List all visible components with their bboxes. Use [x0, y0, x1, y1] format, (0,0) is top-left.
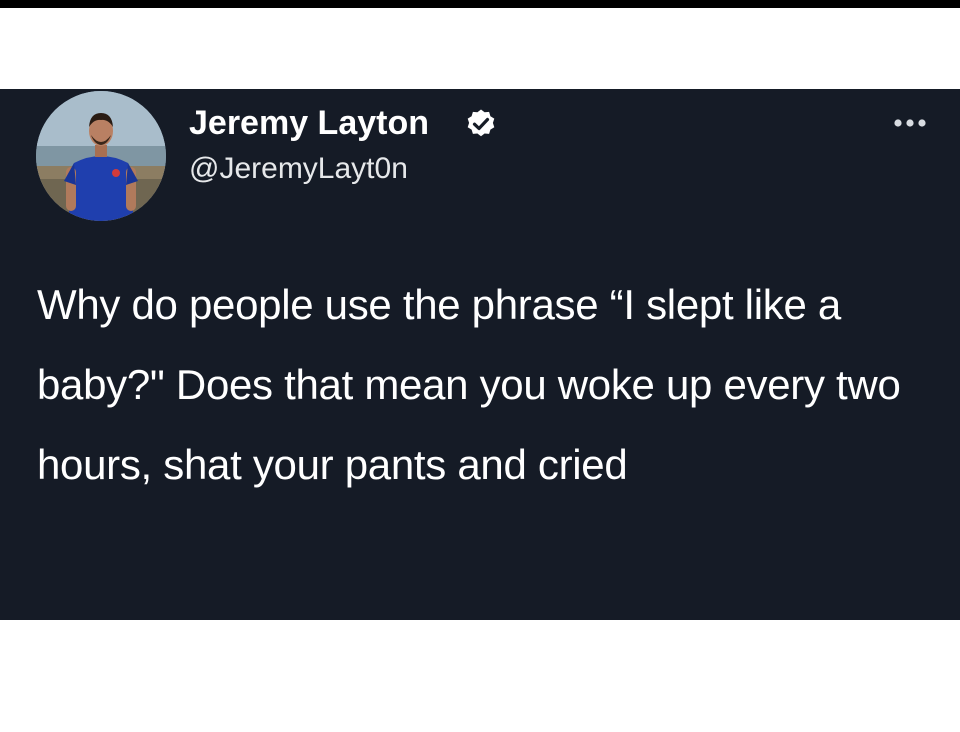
- tweet-text: Why do people use the phrase “I slept li…: [37, 281, 901, 488]
- avatar-photo: [36, 91, 166, 221]
- profile-avatar[interactable]: [36, 91, 166, 221]
- user-handle[interactable]: @JeremyLayt0n: [189, 151, 408, 187]
- tweet-card: Jeremy Layton @JeremyLayt0n Why do peopl…: [0, 89, 960, 620]
- verified-badge-icon: [467, 109, 495, 137]
- screenshot-frame: Jeremy Layton @JeremyLayt0n Why do peopl…: [0, 0, 960, 732]
- display-name[interactable]: Jeremy Layton: [189, 103, 429, 143]
- top-border: [0, 0, 960, 8]
- more-options-icon[interactable]: [890, 115, 934, 131]
